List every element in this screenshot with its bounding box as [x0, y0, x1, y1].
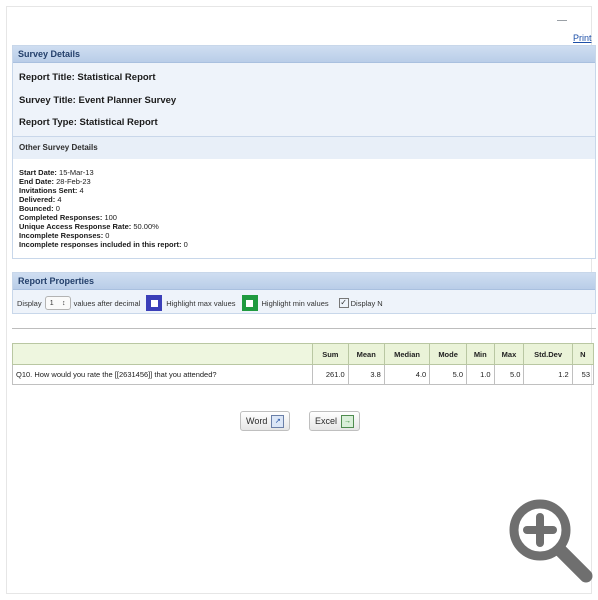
decimal-select[interactable]: 1 ↕ — [44, 296, 71, 310]
statistics-table: Sum Mean Median Mode Min Max Std.Dev N Q… — [12, 343, 595, 385]
window-dash — [557, 20, 567, 21]
min-cell: 1.0 — [466, 364, 495, 385]
zoom-in-icon[interactable] — [500, 490, 596, 586]
sum-cell: 261.0 — [312, 364, 349, 385]
highlight-min-color-picker[interactable] — [241, 295, 258, 311]
n-cell: 53 — [571, 364, 595, 385]
column-header-mean: Mean — [347, 343, 385, 365]
stat-line: Unique Access Response Rate: 50.00% — [19, 222, 159, 231]
decimal-select-value: 1 — [49, 299, 54, 307]
mean-cell: 3.8 — [347, 364, 385, 385]
highlight-min-label: Highlight min values — [261, 298, 329, 308]
report-title-line: Report Title: Statistical Report — [19, 72, 156, 83]
column-header-stddev: Std.Dev — [523, 343, 573, 365]
display-n-checkbox[interactable]: ✓ — [338, 298, 349, 308]
highlight-max-label: Highlight max values — [166, 298, 236, 308]
stat-line: Bounced: 0 — [19, 204, 60, 213]
survey-details-panel: Survey Details Report Title: Statistical… — [12, 45, 596, 259]
select-arrows-icon: ↕ — [61, 299, 66, 307]
stat-line: Delivered: 4 — [19, 195, 62, 204]
stat-line: Incomplete Responses: 0 — [19, 231, 110, 240]
excel-export-icon: → — [341, 414, 355, 428]
column-header-max: Max — [493, 343, 525, 365]
export-excel-button[interactable]: Excel → — [309, 411, 361, 431]
stat-line: Completed Responses: 100 — [19, 213, 117, 222]
report-type-line: Report Type: Statistical Report — [19, 117, 158, 128]
table-row: Q10. How would you rate the [[2631456]] … — [12, 364, 595, 385]
after-decimal-label: values after decimal — [73, 298, 141, 308]
section-divider — [12, 328, 596, 329]
survey-title-line: Survey Title: Event Planner Survey — [19, 95, 177, 106]
column-header-n: N — [571, 343, 595, 365]
word-export-icon: ↗ — [271, 414, 285, 428]
stat-line: Invitations Sent: 4 — [19, 186, 84, 195]
report-properties-panel: Report Properties Display 1 ↕ values aft… — [12, 272, 596, 314]
stat-line: Incomplete responses included in this re… — [19, 240, 188, 249]
display-n-label: Display N — [350, 298, 383, 308]
print-link[interactable]: Print — [573, 33, 592, 43]
max-cell: 5.0 — [493, 364, 525, 385]
highlight-max-color-picker[interactable] — [146, 295, 163, 311]
mode-cell: 5.0 — [429, 364, 467, 385]
stat-line: Start Date: 15-Mar-13 — [19, 168, 94, 177]
other-survey-details-body: Start Date: 15-Mar-13 End Date: 28-Feb-2… — [13, 159, 595, 258]
stat-line: End Date: 28-Feb-23 — [19, 177, 91, 186]
display-label: Display — [17, 298, 42, 308]
export-word-label: Word — [246, 416, 268, 426]
column-header-question — [12, 343, 313, 365]
report-properties-heading: Report Properties — [13, 273, 595, 290]
table-header-row: Sum Mean Median Mode Min Max Std.Dev N — [12, 343, 595, 365]
column-header-min: Min — [466, 343, 495, 365]
survey-details-heading: Survey Details — [13, 46, 595, 63]
question-cell: Q10. How would you rate the [[2631456]] … — [12, 364, 313, 385]
column-header-sum: Sum — [312, 343, 349, 365]
median-cell: 4.0 — [383, 364, 431, 385]
export-excel-label: Excel — [315, 416, 338, 426]
column-header-median: Median — [383, 343, 431, 365]
export-word-button[interactable]: Word ↗ — [240, 411, 291, 431]
column-header-mode: Mode — [429, 343, 467, 365]
other-survey-details-heading: Other Survey Details — [13, 136, 595, 160]
stddev-cell: 1.2 — [523, 364, 573, 385]
report-properties-row: Display 1 ↕ values after decimal Highlig… — [17, 293, 383, 313]
